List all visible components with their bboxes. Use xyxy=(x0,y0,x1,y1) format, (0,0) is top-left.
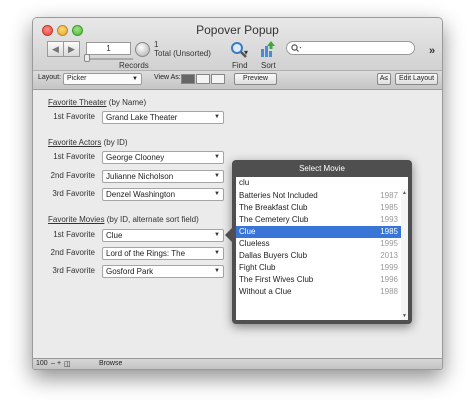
list-item[interactable]: Fight Club 1999 xyxy=(236,262,401,274)
movies-1st-field[interactable]: Clue ▼ xyxy=(102,229,224,242)
scroll-down-icon[interactable]: ▼ xyxy=(402,313,407,319)
preview-button[interactable]: Preview xyxy=(234,73,277,85)
list-item-selected[interactable]: Clue 1985 xyxy=(236,226,401,238)
actors-1st-field[interactable]: George Clooney ▼ xyxy=(102,151,224,164)
records-count: 1 xyxy=(154,40,159,49)
sort-label: Sort xyxy=(261,61,276,70)
list-item[interactable]: Clueless 1995 xyxy=(236,238,401,250)
next-record-button[interactable]: ▶ xyxy=(63,41,80,57)
layout-select-value: Picker xyxy=(67,75,87,82)
window-title: Popover Popup xyxy=(196,23,279,37)
layout-bar: Layout: Picker ▼ View As: Preview A≤ Edi… xyxy=(33,70,442,88)
zoom-in-icon[interactable]: + xyxy=(57,360,61,367)
list-item[interactable]: Without a Clue 1988 xyxy=(236,286,401,298)
movies-3rd-field[interactable]: Gosford Park ▼ xyxy=(102,265,224,278)
search-icon xyxy=(291,44,302,52)
movies-2nd-field[interactable]: Lord of the Rings: The ▼ xyxy=(102,247,224,260)
actors-2nd-field[interactable]: Julianne Nicholson ▼ xyxy=(102,170,224,183)
movies-1st-label: 1st Favorite xyxy=(53,230,95,239)
mode-label[interactable]: Browse xyxy=(99,360,122,367)
popover-title: Select Movie xyxy=(299,164,345,173)
actors-3rd-field[interactable]: Denzel Washington ▼ xyxy=(102,188,224,201)
select-movie-popover: Select Movie clu Batteries Not Included 1… xyxy=(225,160,412,324)
sort-icon[interactable] xyxy=(259,40,277,58)
scroll-up-icon[interactable]: ▲ xyxy=(402,190,407,196)
list-item[interactable]: Batteries Not Included 1987 xyxy=(236,190,401,202)
actors-2nd-label: 2nd Favorite xyxy=(50,171,95,180)
layout-select[interactable]: Picker ▼ xyxy=(63,73,142,85)
record-number-field[interactable]: 1 xyxy=(86,42,131,55)
section-title-actors: Favorite Actors (by ID) xyxy=(48,138,128,147)
actors-1st-label: 1st Favorite xyxy=(53,152,95,161)
edit-layout-button[interactable]: Edit Layout xyxy=(395,73,438,85)
list-item[interactable]: The First Wives Club 1996 xyxy=(236,274,401,286)
chevron-down-icon: ▼ xyxy=(214,114,220,120)
status-bar: 100 – + ◫ Browse xyxy=(33,358,442,369)
movies-3rd-label: 3rd Favorite xyxy=(52,266,95,275)
toggle-status-toolbar-icon[interactable]: ◫ xyxy=(64,360,71,368)
actors-3rd-label: 3rd Favorite xyxy=(52,189,95,198)
table-view-button[interactable] xyxy=(211,74,225,84)
toolbar-overflow-icon[interactable]: » xyxy=(429,45,435,57)
records-label: Records xyxy=(119,61,149,70)
record-slider-handle[interactable] xyxy=(84,54,90,62)
find-menu-arrow-icon[interactable]: ▾ xyxy=(244,48,248,57)
list-item[interactable]: Dallas Buyers Club 2013 xyxy=(236,250,401,262)
layout-label: Layout: xyxy=(38,74,61,81)
list-item[interactable]: The Cemetery Club 1993 xyxy=(236,214,401,226)
movie-list-scrollbar[interactable]: ▲ ▼ xyxy=(401,189,408,320)
records-pie-icon xyxy=(135,42,150,57)
movie-filter-input[interactable]: clu xyxy=(236,177,408,189)
movies-2nd-label: 2nd Favorite xyxy=(50,248,95,257)
chevron-down-icon: ▼ xyxy=(214,232,220,238)
find-label: Find xyxy=(232,61,248,70)
chevron-down-icon: ▼ xyxy=(214,154,220,160)
popover-pointer xyxy=(225,228,232,242)
record-slider-track xyxy=(86,58,133,60)
quick-find-input[interactable] xyxy=(286,41,415,55)
chevron-down-icon: ▼ xyxy=(214,250,220,256)
chevron-down-icon: ▼ xyxy=(132,76,138,82)
toolbar: Popover Popup ◀ ▶ 1 1 Total (Unsorted) R… xyxy=(33,18,442,90)
theater-1st-field[interactable]: Grand Lake Theater ▼ xyxy=(102,111,224,124)
zoom-out-icon[interactable]: – xyxy=(51,360,55,367)
chevron-down-icon: ▼ xyxy=(214,191,220,197)
section-title-theater: Favorite Theater (by Name) xyxy=(48,98,147,107)
list-view-button[interactable] xyxy=(196,74,210,84)
view-as-label: View As: xyxy=(154,74,181,81)
previous-record-button[interactable]: ◀ xyxy=(47,41,64,57)
records-status: Total (Unsorted) xyxy=(154,49,211,58)
theater-1st-label: 1st Favorite xyxy=(53,112,95,121)
movie-list: Batteries Not Included 1987 The Breakfast… xyxy=(236,189,408,320)
app-window: Popover Popup ◀ ▶ 1 1 Total (Unsorted) R… xyxy=(32,17,443,370)
chevron-down-icon: ▼ xyxy=(214,173,220,179)
section-title-movies: Favorite Movies (by ID, alternate sort f… xyxy=(48,215,199,224)
text-formatting-button[interactable]: A≤ xyxy=(377,73,391,85)
chevron-down-icon: ▼ xyxy=(214,268,220,274)
form-view-button[interactable] xyxy=(181,74,195,84)
zoom-level[interactable]: 100 xyxy=(36,360,48,367)
list-item[interactable]: The Breakfast Club 1985 xyxy=(236,202,401,214)
